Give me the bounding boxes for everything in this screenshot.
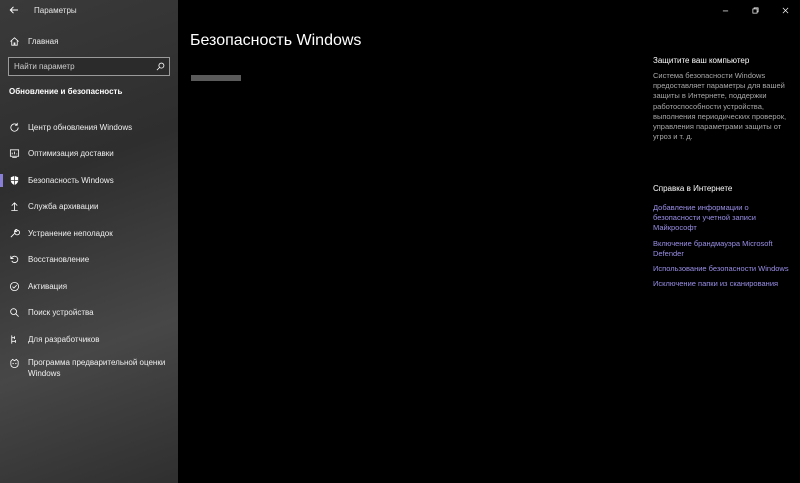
link-use-windows-security[interactable]: Использование безопасности Windows [653,264,793,274]
sidebar-item-windows-security[interactable]: Безопасность Windows [0,167,178,194]
sidebar-item-label: Программа предварительной оценки Windows [28,357,166,378]
title-bar: Параметры [0,0,178,20]
page-title: Безопасность Windows [190,32,362,49]
sidebar-item-label: Безопасность Windows [28,175,114,185]
minimize-button[interactable] [710,0,740,20]
locate-icon [0,307,28,318]
search-icon[interactable] [151,62,169,71]
back-arrow-icon [9,6,18,14]
sidebar-item-find-device[interactable]: Поиск устройства [0,300,178,327]
link-enable-firewall[interactable]: Включение брандмауэра Microsoft Defender [653,239,793,259]
loading-placeholder [191,75,241,81]
check-circle-icon [0,281,28,292]
sidebar-item-label: Служба архивации [28,202,99,212]
section-title: Обновление и безопасность [9,87,123,96]
refresh-icon [0,122,28,133]
restore-icon [752,7,758,13]
window-controls [710,0,800,20]
developer-icon [0,334,28,345]
delivery-icon [0,148,28,159]
sidebar-item-label: Оптимизация доставки [28,149,114,159]
close-button[interactable] [770,0,800,20]
shield-icon [0,175,28,186]
restore-button[interactable] [740,0,770,20]
protect-description: Система безопасности Windows предоставля… [653,71,787,142]
back-button[interactable] [0,0,28,20]
sidebar-item-insider[interactable]: Программа предварительной оценки Windows [0,353,178,383]
sidebar-item-label: Восстановление [28,255,90,265]
wrench-icon [0,228,28,239]
sidebar-item-recovery[interactable]: Восстановление [0,247,178,274]
sidebar-item-troubleshoot[interactable]: Устранение неполадок [0,220,178,247]
close-icon [782,7,788,13]
insider-icon [0,357,28,369]
sidebar-item-delivery-optimization[interactable]: Оптимизация доставки [0,141,178,168]
sidebar: Параметры Главная Обновление и безопасно… [0,0,178,483]
link-add-security-info[interactable]: Добавление информации о безопасности уче… [653,203,793,234]
app-title: Параметры [34,5,77,15]
home-icon [0,36,28,47]
link-exclude-folder[interactable]: Исключение папки из сканирования [653,279,793,289]
right-panel: Защитите ваш компьютер Система безопасно… [653,56,793,288]
sidebar-item-label: Поиск устройства [28,308,94,318]
help-links: Добавление информации о безопасности уче… [653,203,793,294]
search-box [8,57,170,76]
sidebar-item-label: Устранение неполадок [28,228,113,238]
sidebar-item-backup[interactable]: Служба архивации [0,194,178,221]
sidebar-nav: Центр обновления Windows Оптимизация дос… [0,114,178,383]
sidebar-item-developers[interactable]: Для разработчиков [0,326,178,353]
protect-heading: Защитите ваш компьютер [653,56,750,65]
recovery-icon [0,254,28,265]
sidebar-item-label: Для разработчиков [28,334,100,344]
search-input[interactable] [9,58,151,75]
sidebar-item-label: Центр обновления Windows [28,122,133,132]
sidebar-item-label: Главная [28,36,59,46]
sidebar-item-windows-update[interactable]: Центр обновления Windows [0,114,178,141]
sidebar-item-activation[interactable]: Активация [0,273,178,300]
minimize-icon [722,10,728,11]
help-heading: Справка в Интернете [653,184,733,193]
sidebar-item-label: Активация [28,281,68,291]
sidebar-item-home[interactable]: Главная [0,30,178,52]
backup-icon [0,201,28,212]
